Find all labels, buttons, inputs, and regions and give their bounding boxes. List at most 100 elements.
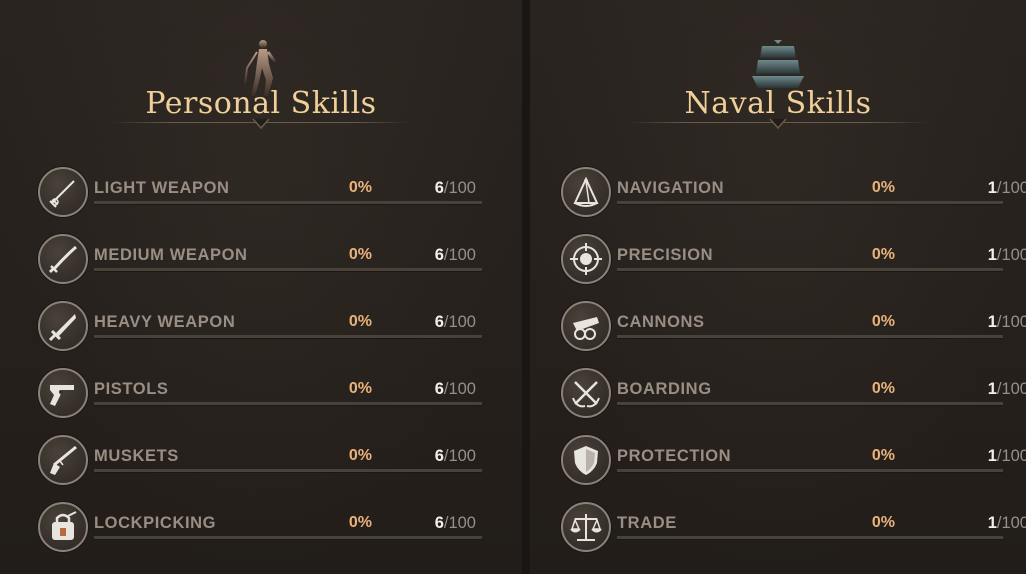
skill-progress-percent: 0% <box>871 246 895 263</box>
skill-row-protection[interactable]: PROTECTION 0% 1/100 <box>561 435 1026 495</box>
skill-name: CANNONS <box>617 313 705 331</box>
skill-progress-bar <box>94 402 482 406</box>
skill-progress-bar <box>617 469 1003 473</box>
skill-progress-percent: 0% <box>871 447 895 464</box>
skill-level-current: 1 <box>987 179 997 197</box>
skill-row-light-weapon[interactable]: LIGHT WEAPON 0% 6/100 <box>38 167 488 227</box>
ship-icon <box>752 40 804 88</box>
musket-icon <box>38 435 88 485</box>
skill-progress-percent: 0% <box>348 179 372 196</box>
skill-progress-bar <box>94 268 482 272</box>
skill-level: 6/100 <box>406 380 476 399</box>
skill-level: 1/100 <box>959 246 1026 265</box>
title-notch-ornament <box>252 118 270 130</box>
skill-row-boarding[interactable]: BOARDING 0% 1/100 <box>561 368 1026 428</box>
skill-level-max: /100 <box>996 313 1026 331</box>
skill-row-heavy-weapon[interactable]: HEAVY WEAPON 0% 6/100 <box>38 301 488 361</box>
skill-name: PRECISION <box>617 246 714 264</box>
skill-progress-percent: 0% <box>348 447 372 464</box>
skill-level-max: /100 <box>996 514 1026 532</box>
skill-row-navigation[interactable]: NAVIGATION 0% 1/100 <box>561 167 1026 227</box>
skill-level-current: 1 <box>987 514 997 532</box>
skill-progress-bar <box>94 469 482 473</box>
personal-skills-header: Personal Skills <box>0 0 522 140</box>
skill-level: 1/100 <box>959 179 1026 198</box>
skill-level-max: /100 <box>443 514 476 532</box>
skill-row-medium-weapon[interactable]: MEDIUM WEAPON 0% 6/100 <box>38 234 488 294</box>
skill-progress-bar <box>617 536 1003 540</box>
skill-level-max: /100 <box>443 447 476 465</box>
skill-level-current: 6 <box>434 380 444 398</box>
skill-level-current: 1 <box>987 313 997 331</box>
skill-level: 6/100 <box>406 447 476 466</box>
skill-row-lockpicking[interactable]: LOCKPICKING 0% 6/100 <box>38 502 488 562</box>
cannon-icon <box>561 301 611 351</box>
skill-progress-bar <box>617 268 1003 272</box>
skill-name: BOARDING <box>617 380 712 398</box>
skill-level-max: /100 <box>996 246 1026 264</box>
skill-name: MEDIUM WEAPON <box>94 246 248 264</box>
skill-row-muskets[interactable]: MUSKETS 0% 6/100 <box>38 435 488 495</box>
skill-name: PROTECTION <box>617 447 732 465</box>
panel-divider <box>522 0 530 574</box>
skill-progress-bar <box>617 335 1003 339</box>
skill-level-current: 6 <box>434 179 444 197</box>
skill-level-max: /100 <box>443 313 476 331</box>
skill-level-max: /100 <box>996 179 1026 197</box>
lockpick-icon <box>38 502 88 552</box>
skill-name: MUSKETS <box>94 447 179 465</box>
skill-level-max: /100 <box>996 380 1026 398</box>
skill-progress-percent: 0% <box>348 313 372 330</box>
skill-progress-percent: 0% <box>348 514 372 531</box>
skill-level: 1/100 <box>959 313 1026 332</box>
skill-progress-percent: 0% <box>871 380 895 397</box>
skill-row-precision[interactable]: PRECISION 0% 1/100 <box>561 234 1026 294</box>
skill-progress-percent: 0% <box>871 179 895 196</box>
skill-level-current: 6 <box>434 514 444 532</box>
skill-progress-bar <box>94 536 482 540</box>
skill-level-max: /100 <box>443 246 476 264</box>
sextant-icon <box>561 167 611 217</box>
scales-icon <box>561 502 611 552</box>
personal-skills-panel: Personal Skills LIGHT WEAPON 0% 6/100 MEDIU… <box>0 0 522 574</box>
skill-progress-percent: 0% <box>871 313 895 330</box>
skill-level-current: 1 <box>987 447 997 465</box>
skill-progress-bar <box>94 201 482 205</box>
skill-name: LOCKPICKING <box>94 514 217 532</box>
skill-level-current: 1 <box>987 246 997 264</box>
skill-name: LIGHT WEAPON <box>94 179 230 197</box>
skill-level-current: 1 <box>987 380 997 398</box>
pistol-icon <box>38 368 88 418</box>
naval-skills-panel: Naval Skills NAVIGATION 0% 1/100 PRECISION 0… <box>530 0 1026 574</box>
skill-level: 1/100 <box>959 447 1026 466</box>
skill-progress-bar <box>94 335 482 339</box>
skill-level: 6/100 <box>406 246 476 265</box>
saber-icon <box>38 234 88 284</box>
naval-skills-header: Naval Skills <box>530 0 1026 140</box>
broadsword-icon <box>38 301 88 351</box>
grappling-hook-icon <box>561 368 611 418</box>
rapier-icon <box>38 167 88 217</box>
skill-level: 1/100 <box>959 514 1026 533</box>
skill-progress-percent: 0% <box>871 514 895 531</box>
skill-level-max: /100 <box>996 447 1026 465</box>
skill-level-current: 6 <box>434 246 444 264</box>
title-notch-ornament <box>769 118 787 130</box>
skill-level: 6/100 <box>406 514 476 533</box>
skill-level-max: /100 <box>443 179 476 197</box>
skill-row-trade[interactable]: TRADE 0% 1/100 <box>561 502 1026 562</box>
skill-level-current: 6 <box>434 447 444 465</box>
skill-level: 6/100 <box>406 313 476 332</box>
skill-progress-bar <box>617 402 1003 406</box>
page-title-naval: Naval Skills <box>684 86 872 121</box>
shield-icon <box>561 435 611 485</box>
skill-name: TRADE <box>617 514 677 532</box>
skill-name: NAVIGATION <box>617 179 725 197</box>
skill-progress-percent: 0% <box>348 380 372 397</box>
skill-row-cannons[interactable]: CANNONS 0% 1/100 <box>561 301 1026 361</box>
skill-progress-percent: 0% <box>348 246 372 263</box>
skill-name: HEAVY WEAPON <box>94 313 236 331</box>
skill-row-pistols[interactable]: PISTOLS 0% 6/100 <box>38 368 488 428</box>
skill-level-max: /100 <box>443 380 476 398</box>
skill-level: 6/100 <box>406 179 476 198</box>
